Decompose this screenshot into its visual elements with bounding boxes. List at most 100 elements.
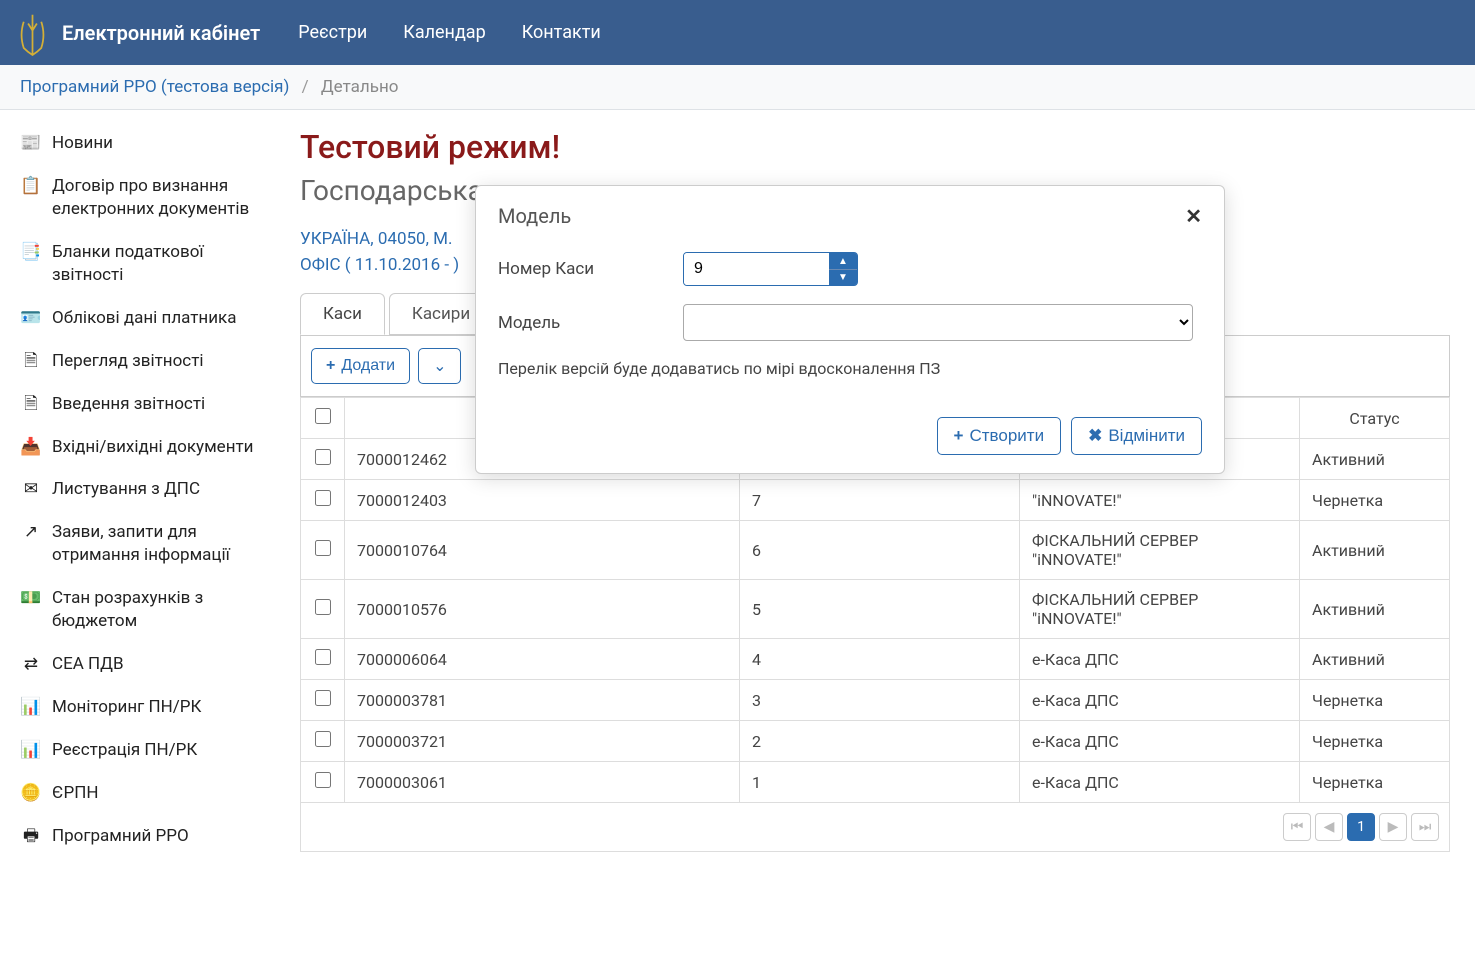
dropdown-button[interactable]: ⌄	[418, 348, 461, 384]
tab-kasy[interactable]: Каси	[300, 293, 385, 335]
spinner-up[interactable]: ▲	[829, 253, 857, 269]
add-button[interactable]: + Додати	[311, 348, 410, 384]
form-row-num: Номер Каси ▲ ▼	[498, 252, 1202, 286]
sidebar-item-prro[interactable]: 🖶Програмний РРО	[0, 815, 275, 858]
spinner-down[interactable]: ▼	[829, 269, 857, 285]
sidebar-item-budget[interactable]: 💵Стан розрахунків з бюджетом	[0, 577, 275, 643]
cell-num: 6	[740, 521, 1020, 580]
cell-num: 1	[740, 762, 1020, 803]
cancel-label: Відмінити	[1108, 426, 1185, 446]
cell-model: е-Каса ДПС	[1020, 680, 1300, 721]
pagination: ⏮ ◀ 1 ▶ ⏭	[300, 803, 1450, 852]
table-row: 70000030611е-Каса ДПСЧернетка	[301, 762, 1450, 803]
sidebar-item-requests[interactable]: ↗Заяви, запити для отримання інформації	[0, 511, 275, 577]
select-all-checkbox[interactable]	[315, 408, 331, 424]
row-checkbox[interactable]	[315, 649, 331, 665]
nav-link-contacts[interactable]: Контакти	[504, 22, 619, 43]
sidebar-item-erpn[interactable]: 🪙ЄРПН	[0, 772, 275, 815]
page-current[interactable]: 1	[1347, 813, 1375, 841]
sidebar-item-sea-pdv[interactable]: ⇄СЕА ПДВ	[0, 643, 275, 686]
sidebar-item-correspondence[interactable]: ✉Листування з ДПС	[0, 468, 275, 511]
create-label: Створити	[969, 426, 1044, 446]
breadcrumb: Програмний РРО (тестова версія) / Деталь…	[0, 65, 1475, 110]
sidebar-item-label: Заяви, запити для отримання інформації	[52, 521, 255, 567]
table-row: 70000037813е-Каса ДПСЧернетка	[301, 680, 1450, 721]
add-button-label: Додати	[341, 357, 395, 375]
cell-fiscal: 7000010576	[345, 580, 740, 639]
cell-model: е-Каса ДПС	[1020, 639, 1300, 680]
row-checkbox[interactable]	[315, 490, 331, 506]
id-card-icon: 🪪	[20, 307, 42, 330]
form-row-model: Модель	[498, 304, 1202, 341]
num-input[interactable]	[684, 253, 829, 285]
row-checkbox[interactable]	[315, 599, 331, 615]
nav-link-registries[interactable]: Реєстри	[280, 22, 385, 43]
label-num: Номер Каси	[498, 259, 683, 279]
address-line1: УКРАЇНА, 04050, М.	[300, 229, 453, 249]
number-spinner: ▲ ▼	[683, 252, 858, 286]
sidebar-item-label: Перегляд звітності	[52, 350, 204, 373]
inbox-icon: 📥	[20, 436, 42, 459]
register-icon: 📊	[20, 739, 42, 762]
modal-title: Модель	[498, 204, 571, 228]
nav-link-calendar[interactable]: Календар	[385, 22, 503, 43]
breadcrumb-sep: /	[302, 77, 309, 97]
close-icon[interactable]: ✕	[1185, 204, 1202, 228]
sidebar-item-inbox[interactable]: 📥 Вхідні/вихідні документи	[0, 426, 275, 469]
row-checkbox[interactable]	[315, 772, 331, 788]
sidebar-item-account[interactable]: 🪪 Облікові дані платника	[0, 297, 275, 340]
table-row: 70000105765ФІСКАЛЬНИЙ СЕРВЕР "iNNOVATE!"…	[301, 580, 1450, 639]
news-icon: 📰	[20, 132, 42, 155]
cell-model: е-Каса ДПС	[1020, 762, 1300, 803]
breadcrumb-link[interactable]: Програмний РРО (тестова версія)	[20, 77, 289, 97]
sidebar-item-label: Бланки податкової звітності	[52, 241, 255, 287]
address-line2: ОФІС ( 11.10.2016 - )	[300, 255, 459, 275]
cell-status: Чернетка	[1300, 721, 1450, 762]
cancel-icon: ✖	[1088, 426, 1102, 446]
sidebar-item-blanks[interactable]: 📑Бланки податкової звітності	[0, 231, 275, 297]
table-row: 70000107646ФІСКАЛЬНИЙ СЕРВЕР "iNNOVATE!"…	[301, 521, 1450, 580]
navbar: Електронний кабінет Реєстри Календар Кон…	[0, 0, 1475, 65]
sidebar-item-label: Програмний РРО	[52, 825, 189, 848]
table-row: 70000037212е-Каса ДПСЧернетка	[301, 721, 1450, 762]
sidebar-item-label: Вхідні/вихідні документи	[52, 436, 254, 459]
cell-model: ФІСКАЛЬНИЙ СЕРВЕР "iNNOVATE!"	[1020, 521, 1300, 580]
row-checkbox[interactable]	[315, 690, 331, 706]
modal-header: Модель ✕	[476, 186, 1224, 242]
sidebar-item-news[interactable]: 📰 Новини	[0, 122, 275, 165]
sidebar-item-registration[interactable]: 📊 Реєстрація ПН/РК	[0, 729, 275, 772]
cancel-button[interactable]: ✖ Відмінити	[1071, 417, 1202, 455]
sidebar-item-enter-reports[interactable]: 🗎Введення звітності	[0, 383, 275, 426]
cell-fiscal: 7000003721	[345, 721, 740, 762]
file-icon: 🗎	[20, 350, 42, 373]
cell-model: ФІСКАЛЬНИЙ СЕРВЕР "iNNOVATE!"	[1020, 580, 1300, 639]
sidebar-item-label: Облікові дані платника	[52, 307, 237, 330]
page-first[interactable]: ⏮	[1283, 813, 1311, 841]
cell-status: Активний	[1300, 639, 1450, 680]
cell-num: 7	[740, 480, 1020, 521]
cell-num: 3	[740, 680, 1020, 721]
cell-num: 4	[740, 639, 1020, 680]
page-next[interactable]: ▶	[1379, 813, 1407, 841]
sidebar-item-label: Новини	[52, 132, 113, 155]
sidebar-item-view-reports[interactable]: 🗎 Перегляд звітності	[0, 340, 275, 383]
model-select[interactable]	[683, 304, 1193, 341]
create-button[interactable]: + Створити	[937, 417, 1062, 455]
sidebar-item-monitoring[interactable]: 📊Моніторинг ПН/РК	[0, 686, 275, 729]
page-last[interactable]: ⏭	[1411, 813, 1439, 841]
sidebar-item-label: Реєстрація ПН/РК	[52, 739, 197, 762]
label-model: Модель	[498, 313, 683, 333]
cell-status: Активний	[1300, 521, 1450, 580]
sidebar-item-label: Введення звітності	[52, 393, 205, 416]
row-checkbox[interactable]	[315, 731, 331, 747]
sidebar-item-agreement[interactable]: 📋Договір про визнання електронних докуме…	[0, 165, 275, 231]
cell-status: Чернетка	[1300, 762, 1450, 803]
cell-status: Чернетка	[1300, 480, 1450, 521]
breadcrumb-current: Детально	[321, 77, 399, 97]
sidebar-item-label: ЄРПН	[52, 782, 98, 805]
sidebar-item-label: Стан розрахунків з бюджетом	[52, 587, 255, 633]
page-prev[interactable]: ◀	[1315, 813, 1343, 841]
cell-fiscal: 7000012403	[345, 480, 740, 521]
row-checkbox[interactable]	[315, 540, 331, 556]
row-checkbox[interactable]	[315, 449, 331, 465]
